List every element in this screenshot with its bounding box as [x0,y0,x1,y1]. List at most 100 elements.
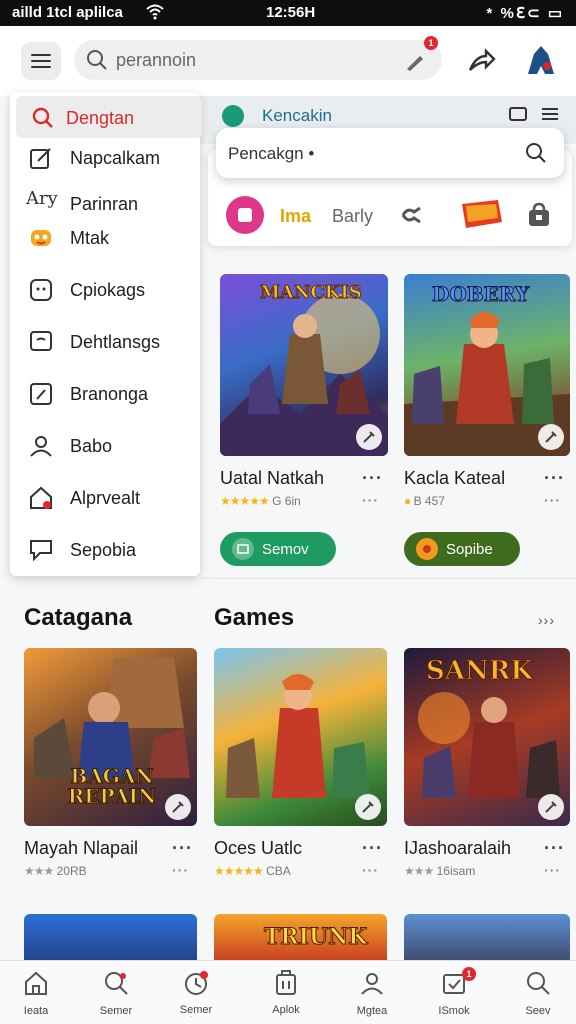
game-thumbnail[interactable]: DOBERY [404,274,570,456]
nav-label: Semer [99,1005,133,1017]
game-banner: DOBERY [431,282,530,307]
nav-label: ISmok [438,1005,470,1017]
search-icon[interactable] [524,141,548,165]
drawer-item-babo[interactable]: Babo [10,424,200,466]
drawer-item-label: Mtak [70,228,110,248]
game-thumbnail[interactable] [24,914,197,964]
install-button-label: Semov [262,540,309,558]
game-banner: MANCKIS [260,282,363,304]
drawer-item-dehtlansgs[interactable]: Dehtlansgs [10,320,200,362]
game-title[interactable]: Mayah Nlapail [24,838,138,859]
drawer-item-napcalkam[interactable]: Napcalkam [10,136,200,178]
nav-label: Seev [525,1005,551,1017]
drawer-item-label: Parinran [70,194,139,214]
drawer-item-label: Branonga [70,384,149,404]
badge-icon[interactable] [458,196,504,232]
game-thumbnail[interactable]: TRIUNK [214,914,387,964]
game-rating: ★★★★★ G 6in [220,494,301,508]
chip-barly[interactable]: Barly [332,196,373,236]
suggestion-popup[interactable]: Pencakgn • [216,128,564,178]
nav-profile[interactable]: Mgtea [332,961,412,1024]
person-icon [361,973,383,995]
drawer-item-mtak[interactable]: Mtak [10,216,200,258]
rating-text: 16isam [436,864,476,878]
game-title[interactable]: IJashoaralaih [404,838,511,859]
pen-icon[interactable] [404,50,426,72]
subscribe-button-label: Sopibe [446,540,493,558]
wand-icon[interactable] [165,794,191,820]
share-icon[interactable] [466,46,496,76]
more-options-button[interactable]: ··· [172,838,193,859]
wifi-icon [146,4,164,20]
tray-icon[interactable] [508,104,528,124]
drawer-item-label: Dehtlansgs [70,332,161,352]
nav-label: Aplok [272,1004,300,1016]
drawer-item-dengtan[interactable]: Dengtan [16,96,202,138]
profile-icon[interactable] [524,44,558,76]
game-thumbnail[interactable]: BAGAN REPAIN [24,648,197,826]
rating-text: G 6in [272,494,301,508]
feedback-icon [30,540,52,562]
more-icon: ··· [544,492,561,508]
drawer-item-prefix: Ary [26,188,58,209]
more-options-button[interactable]: ··· [544,838,565,859]
chip-ima[interactable]: Ima [280,196,311,236]
status-icons: * %ℇ⊂ ▭ [486,5,564,22]
top-app-bar: perannoin 1 [0,26,576,96]
more-options-button[interactable]: ··· [362,468,383,489]
more-icon: ··· [172,862,189,878]
rating-text: B 457 [413,494,445,508]
install-button[interactable]: Semov [220,532,336,566]
edit-icon [30,148,51,169]
more-options-button[interactable]: ··· [362,838,383,859]
wand-icon[interactable] [356,424,382,450]
category-chip-icon[interactable] [226,196,264,234]
game-thumbnail[interactable] [214,648,387,826]
rating-stars: ★★★ [24,864,54,878]
rating-stars: ★★★ [404,864,434,878]
more-icon: ··· [362,862,379,878]
status-bar: ailld 1tcl aplilca 12:56H * %ℇ⊂ ▭ [0,0,576,26]
game-title[interactable]: Oces Uatlc [214,838,302,859]
search-input[interactable]: perannoin [116,50,196,71]
more-options-button[interactable]: ··· [544,468,565,489]
drawer-item-sepobia[interactable]: Sepobia [10,528,200,570]
game-thumbnail[interactable]: SANRK [404,648,570,826]
nav-search-secondary[interactable]: Seev [498,961,576,1024]
drawer-item-label: Cpiokags [70,280,146,300]
game-rating: ★★★ 20RB [24,864,87,878]
navigation-drawer: Dengtan Napcalkam Ary Parinran Mtak Cpio… [10,92,202,576]
person-icon [30,436,52,457]
search-bar[interactable]: perannoin 1 [74,36,442,80]
link-icon[interactable] [400,204,424,226]
search-icon [105,972,128,995]
notification-badge: 1 [424,36,438,50]
section-title-categories: Catagana [24,604,133,631]
game-thumbnail[interactable] [404,914,570,964]
drawer-item-cpiokags[interactable]: Cpiokags [10,268,200,310]
rating-stars: ● [404,494,411,508]
drawer-item-label: Alprvealt [70,488,141,508]
game-title[interactable]: Uatal Natkah [220,468,324,489]
nav-search[interactable]: Semer [76,961,156,1024]
game-rating: ● B 457 [404,494,445,508]
more-icon: ··· [362,492,379,508]
apps-icon [276,970,296,995]
list-icon[interactable] [540,104,560,124]
wand-icon[interactable] [355,794,381,820]
bag-icon[interactable] [526,202,552,228]
see-all-link[interactable]: ››› [538,612,555,628]
wand-icon[interactable] [538,794,564,820]
nav-label: Mgtea [356,1005,388,1017]
search-icon [527,972,550,995]
game-title[interactable]: Kacla Kateal [404,468,505,489]
menu-button[interactable] [21,42,61,80]
subscribe-button[interactable]: Sopibe [404,532,520,566]
drawer-item-alprvealt[interactable]: Alprvealt [10,476,200,518]
home-icon [25,971,47,995]
nav-home[interactable]: Ieata [0,961,76,1024]
drawer-item-branonga[interactable]: Branonga [10,372,200,414]
nav-inbox[interactable]: 1 ISmok [414,961,494,1024]
game-thumbnail[interactable]: MANCKIS [220,274,388,456]
wand-icon[interactable] [538,424,564,450]
